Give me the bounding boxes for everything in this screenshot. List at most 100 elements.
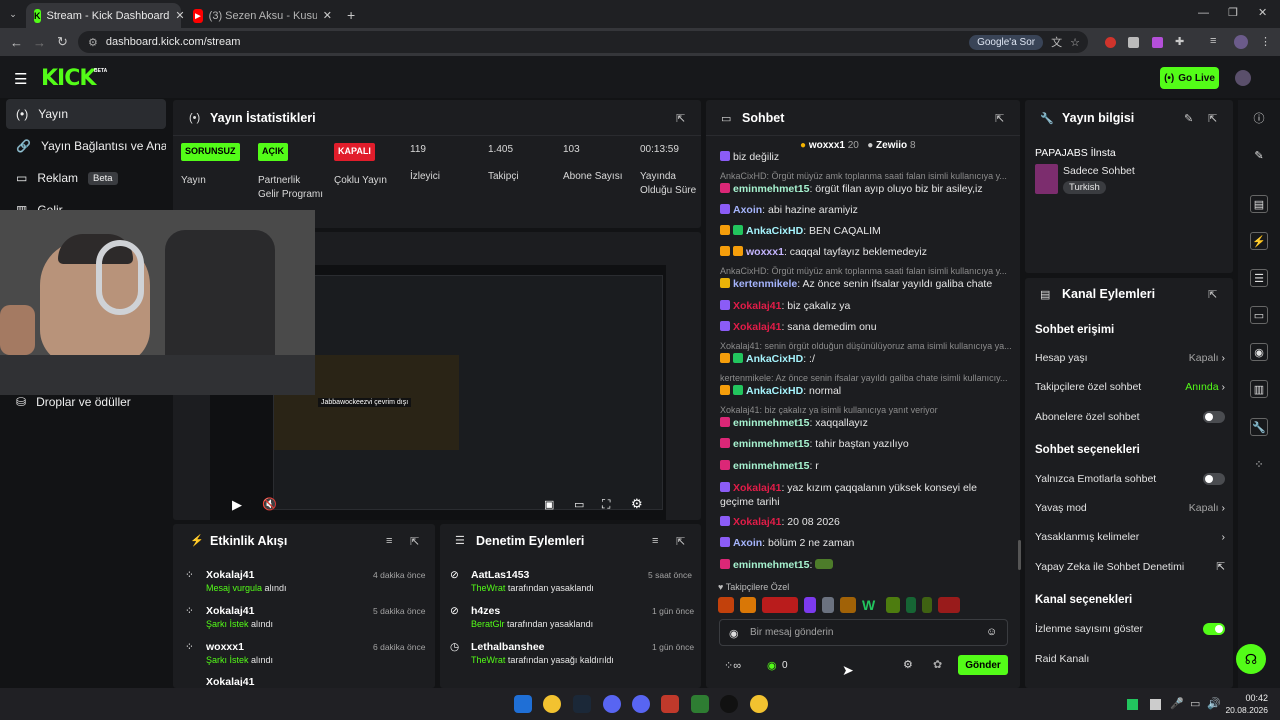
popout-icon[interactable]: ⇱	[676, 535, 685, 548]
settings-gear-icon[interactable]: ⚙	[903, 658, 913, 671]
google-ask-chip[interactable]: Google'a Sor	[969, 34, 1044, 50]
mod-shield-icon[interactable]: ✿	[933, 658, 942, 671]
tab-search-icon[interactable]: ⌄	[6, 7, 20, 21]
window-close-icon[interactable]: ✕	[1258, 6, 1267, 19]
maximize-icon[interactable]: ❐	[1228, 6, 1238, 19]
site-info-icon[interactable]: ⚙	[88, 36, 98, 49]
emote-image[interactable]	[718, 597, 734, 613]
kick-logo[interactable]: KICK	[41, 66, 96, 91]
setting-account-age[interactable]: Hesap yaşı Kapalı ›	[1035, 352, 1225, 364]
users-icon[interactable]: ⁘∞	[724, 659, 741, 672]
setting-ai-moderation[interactable]: Yapay Zeka ile Sohbet Denetimi ⇱	[1035, 561, 1225, 573]
chrome-icon[interactable]	[750, 695, 768, 713]
help-support-button[interactable]: ☊	[1236, 644, 1266, 674]
steam-icon[interactable]	[573, 695, 591, 713]
send-button[interactable]: Gönder	[958, 655, 1008, 675]
tray-icon[interactable]	[1127, 699, 1138, 710]
chat-icon[interactable]: ▭	[1250, 306, 1268, 324]
app-icon[interactable]	[691, 695, 709, 713]
extension-icon[interactable]	[1105, 37, 1116, 48]
points-icon[interactable]: ◉	[767, 659, 777, 672]
discord-icon[interactable]	[603, 695, 621, 713]
emote-image[interactable]: W	[862, 597, 880, 613]
app-icon[interactable]	[661, 695, 679, 713]
setting-banned-words[interactable]: Yasaklanmış kelimeler ›	[1035, 531, 1225, 543]
emote-image[interactable]	[740, 597, 756, 613]
toggle-switch[interactable]	[1203, 473, 1225, 485]
setting-emote-only[interactable]: Yalnızca Emotlarla sohbet	[1035, 473, 1225, 485]
stats-widget-icon[interactable]: ▤	[1250, 195, 1268, 213]
volume-icon[interactable]: 🔊	[1207, 697, 1221, 710]
emote-image[interactable]	[906, 597, 916, 613]
sidebar-item-ads[interactable]: ▭ Reklam Beta	[6, 163, 166, 193]
setting-subscribers-only[interactable]: Abonelere özel sohbet	[1035, 411, 1225, 423]
back-icon[interactable]: ←	[10, 35, 23, 50]
popout-icon[interactable]: ⇱	[1208, 112, 1217, 125]
emote-image[interactable]	[938, 597, 960, 613]
close-icon[interactable]: ✕	[323, 9, 332, 22]
popout-icon[interactable]: ⇱	[995, 112, 1004, 125]
settings-gear-icon[interactable]: ⚙	[631, 496, 643, 512]
lightning-icon[interactable]: ⚡	[1250, 232, 1268, 250]
popout-icon[interactable]: ⇱	[676, 112, 685, 125]
reload-icon[interactable]: ↻	[57, 34, 68, 50]
emote-image[interactable]	[886, 597, 900, 613]
hamburger-menu-icon[interactable]: ☰	[14, 70, 27, 88]
filter-icon[interactable]: ≡	[386, 535, 392, 547]
microphone-icon[interactable]: 🎤	[1170, 697, 1184, 710]
setting-show-viewcount[interactable]: İzlenme sayısını göster	[1035, 623, 1225, 635]
emote-image[interactable]	[804, 597, 816, 613]
forward-icon[interactable]: →	[33, 35, 46, 50]
wrench-icon[interactable]: 🔧	[1250, 418, 1268, 436]
fullscreen-icon[interactable]: ⛶	[602, 497, 610, 512]
emote-image[interactable]	[762, 597, 798, 613]
users-icon[interactable]: ⁘	[1250, 455, 1268, 473]
network-icon[interactable]: ▭	[1190, 697, 1200, 710]
chat-scrollbar[interactable]	[1018, 540, 1021, 570]
channel-actions-icon[interactable]: ▥	[1250, 380, 1268, 398]
extension-icon[interactable]	[1128, 37, 1139, 48]
tab-youtube[interactable]: ▶ (3) Sezen Aksu - Kusura Bakma ✕	[185, 3, 340, 28]
browser-menu-icon[interactable]: ⋮	[1260, 35, 1271, 48]
chrome-icon[interactable]	[543, 695, 561, 713]
chat-input[interactable]: ◉ Bir mesaj gönderin ☺	[719, 619, 1008, 646]
extensions-puzzle-icon[interactable]: ✚	[1175, 35, 1184, 48]
profile-avatar[interactable]	[1234, 35, 1248, 49]
edit-pencil-icon[interactable]: ✎	[1250, 146, 1268, 164]
toggle-switch[interactable]	[1203, 623, 1225, 635]
broadcast-icon[interactable]: ◉	[1250, 343, 1268, 361]
extension-icon[interactable]	[1152, 37, 1163, 48]
emoji-icon[interactable]: ☺	[986, 626, 997, 638]
obs-icon[interactable]	[720, 695, 738, 713]
info-icon[interactable]: ⓘ	[1250, 109, 1268, 127]
tray-icon[interactable]	[1150, 699, 1161, 710]
bookmark-star-icon[interactable]: ☆	[1070, 36, 1080, 49]
sidebar-item-stream[interactable]: (•) Yayın	[6, 99, 166, 129]
setting-slow-mode[interactable]: Yavaş mod Kapalı ›	[1035, 502, 1225, 514]
discord-icon[interactable]	[632, 695, 650, 713]
user-avatar[interactable]	[1235, 70, 1251, 86]
tab-kick-dashboard[interactable]: K Stream - Kick Dashboard ✕	[26, 3, 185, 28]
popout-icon[interactable]: ⇱	[1208, 288, 1217, 301]
toggle-switch[interactable]	[1203, 411, 1225, 423]
minimize-icon[interactable]: —	[1198, 7, 1209, 19]
go-live-button[interactable]: (•) Go Live	[1160, 67, 1219, 89]
filter-icon[interactable]: ≡	[652, 535, 658, 547]
list-icon[interactable]: ☰	[1250, 269, 1268, 287]
address-bar[interactable]: ⚙ dashboard.kick.com/stream Google'a Sor…	[78, 31, 1088, 53]
new-tab-icon[interactable]: +	[347, 7, 355, 23]
edit-pencil-icon[interactable]: ✎	[1184, 112, 1193, 125]
theater-icon[interactable]: ▭	[574, 498, 584, 511]
emote-image[interactable]	[922, 597, 932, 613]
emote-image[interactable]	[822, 597, 834, 613]
emote-image[interactable]	[840, 597, 856, 613]
setting-raid-channel[interactable]: Raid Kanalı	[1035, 653, 1225, 665]
setting-followers-only[interactable]: Takipçilere özel sohbet Anında ›	[1035, 381, 1225, 393]
translate-icon[interactable]: 文	[1051, 34, 1062, 50]
sidebar-item-stream-key[interactable]: 🔗Yayın Bağlantısı ve Anahtarı	[6, 131, 166, 161]
start-icon[interactable]	[514, 695, 532, 713]
popout-icon[interactable]: ⇱	[410, 535, 419, 548]
tab-search-list-icon[interactable]: ≡	[1210, 35, 1216, 47]
pip-icon[interactable]: ▣	[544, 498, 554, 511]
close-icon[interactable]: ✕	[175, 9, 184, 22]
